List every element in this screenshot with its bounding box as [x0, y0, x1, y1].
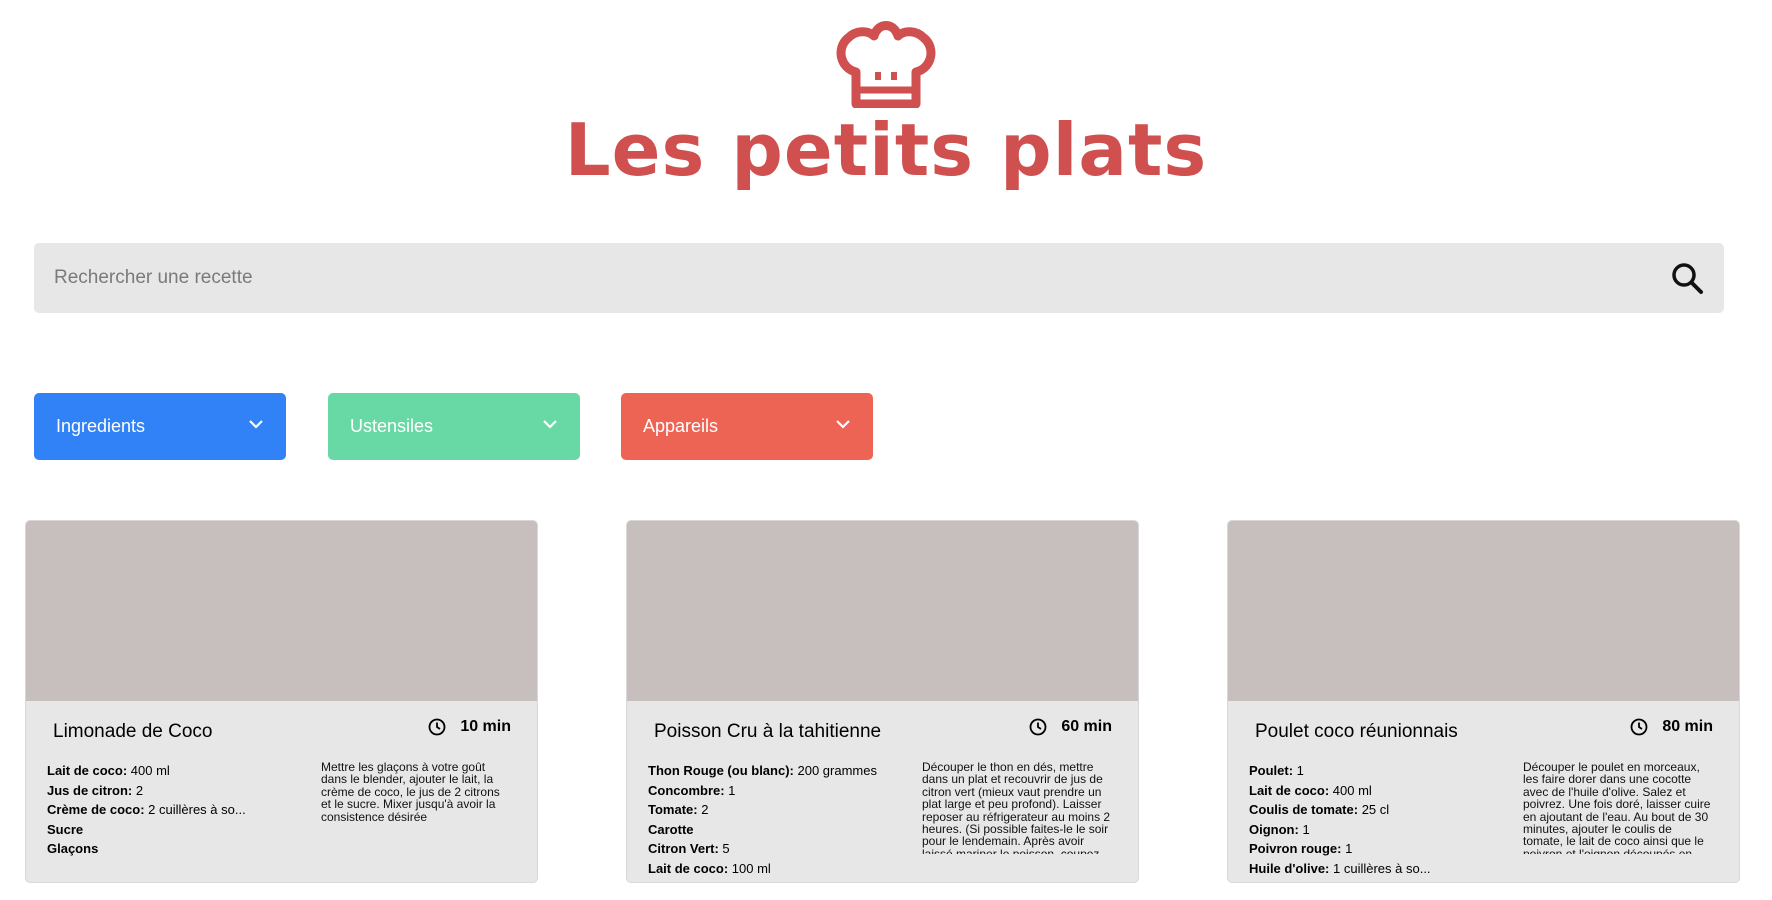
- recipe-time-value: 60 min: [1061, 718, 1112, 735]
- recipe-time-value: 80 min: [1662, 718, 1713, 735]
- recipe-title: Poisson Cru à la tahitienne: [654, 721, 882, 742]
- recipe-description: Découper le poulet en morceaux, les fair…: [1523, 761, 1711, 854]
- recipe-title: Limonade de Coco: [53, 721, 213, 742]
- filter-label: Ustensiles: [350, 416, 434, 436]
- filter-label: Ingredients: [56, 416, 146, 436]
- clock-icon: [1630, 718, 1648, 736]
- filter-label: Appareils: [643, 416, 719, 436]
- recipe-image: [26, 521, 537, 701]
- ingredient-item: Sucre: [47, 821, 84, 837]
- chevron-down-icon: [836, 419, 850, 429]
- recipe-card[interactable]: Poulet coco réunionnais 80 min Poulet: 1…: [1227, 520, 1740, 883]
- appareils-filter-button[interactable]: Appareils: [621, 393, 873, 460]
- ingredient-item: Thon Rouge (ou blanc): 200 grammes: [648, 763, 877, 778]
- ingredient-item: Lait de coco: 100 ml: [648, 860, 771, 876]
- logo: [0, 12, 1772, 108]
- ingredient-item: Oignon: 1: [1249, 821, 1310, 837]
- ingredient-item: Tomate: 2: [648, 802, 709, 817]
- ingredient-item: Lait de coco: 400 ml: [47, 763, 170, 778]
- recipe-card[interactable]: Limonade de Coco 10 min Lait de coco: 40…: [25, 520, 538, 883]
- ingredient-item: Glaçons: [47, 841, 99, 856]
- ingredient-item: Coulis de tomate: 25 cl: [1249, 802, 1390, 817]
- ingredient-item: Citron Vert: 5: [648, 841, 730, 856]
- ingredient-item: Concombre: 1: [648, 782, 736, 798]
- ingredient-item: Huile d'olive: 1 cuillères à so...: [1249, 860, 1431, 876]
- recipe-time: 60 min: [1029, 718, 1112, 736]
- ingredient-item: Carotte: [648, 821, 694, 837]
- ingredient-list: Lait de coco: 400 ml Jus de citron: 2 Cr…: [47, 761, 292, 859]
- recipe-time: 80 min: [1630, 718, 1713, 736]
- search-icon[interactable]: [1670, 261, 1704, 295]
- ingredient-item: Poulet: 1: [1249, 763, 1304, 778]
- chef-hat-icon: [836, 21, 936, 108]
- site-title: Les petits plats: [564, 108, 1208, 192]
- recipe-description: Découper le thon en dés, mettre dans un …: [922, 761, 1111, 854]
- recipe-title: Poulet coco réunionnais: [1255, 721, 1458, 742]
- recipe-time: 10 min: [428, 718, 511, 736]
- recipe-image: [1228, 521, 1739, 701]
- ingredient-item: Jus de citron: 2: [47, 782, 144, 798]
- recipe-time-value: 10 min: [460, 718, 511, 735]
- clock-icon: [1029, 718, 1047, 736]
- recipe-image: [627, 521, 1138, 701]
- search-input[interactable]: Rechercher une recette: [54, 267, 1670, 289]
- clock-icon: [428, 718, 446, 736]
- ingredient-list: Thon Rouge (ou blanc): 200 grammes Conco…: [648, 761, 893, 878]
- search-bar[interactable]: Rechercher une recette: [34, 243, 1724, 313]
- chevron-down-icon: [543, 419, 557, 429]
- recipe-description: Mettre les glaçons à votre goût dans le …: [321, 761, 500, 824]
- ustensiles-filter-button[interactable]: Ustensiles: [328, 393, 580, 460]
- ingredient-item: Poivron rouge: 1: [1249, 841, 1353, 856]
- recipe-card[interactable]: Poisson Cru à la tahitienne 60 min Thon …: [626, 520, 1139, 883]
- ingredient-list: Poulet: 1 Lait de coco: 400 ml Coulis de…: [1249, 761, 1494, 878]
- chevron-down-icon: [249, 419, 263, 429]
- ingredient-item: Lait de coco: 400 ml: [1249, 782, 1372, 798]
- ingredient-item: Crème de coco: 2 cuillères à so...: [47, 802, 246, 817]
- ingredients-filter-button[interactable]: Ingredients: [34, 393, 286, 460]
